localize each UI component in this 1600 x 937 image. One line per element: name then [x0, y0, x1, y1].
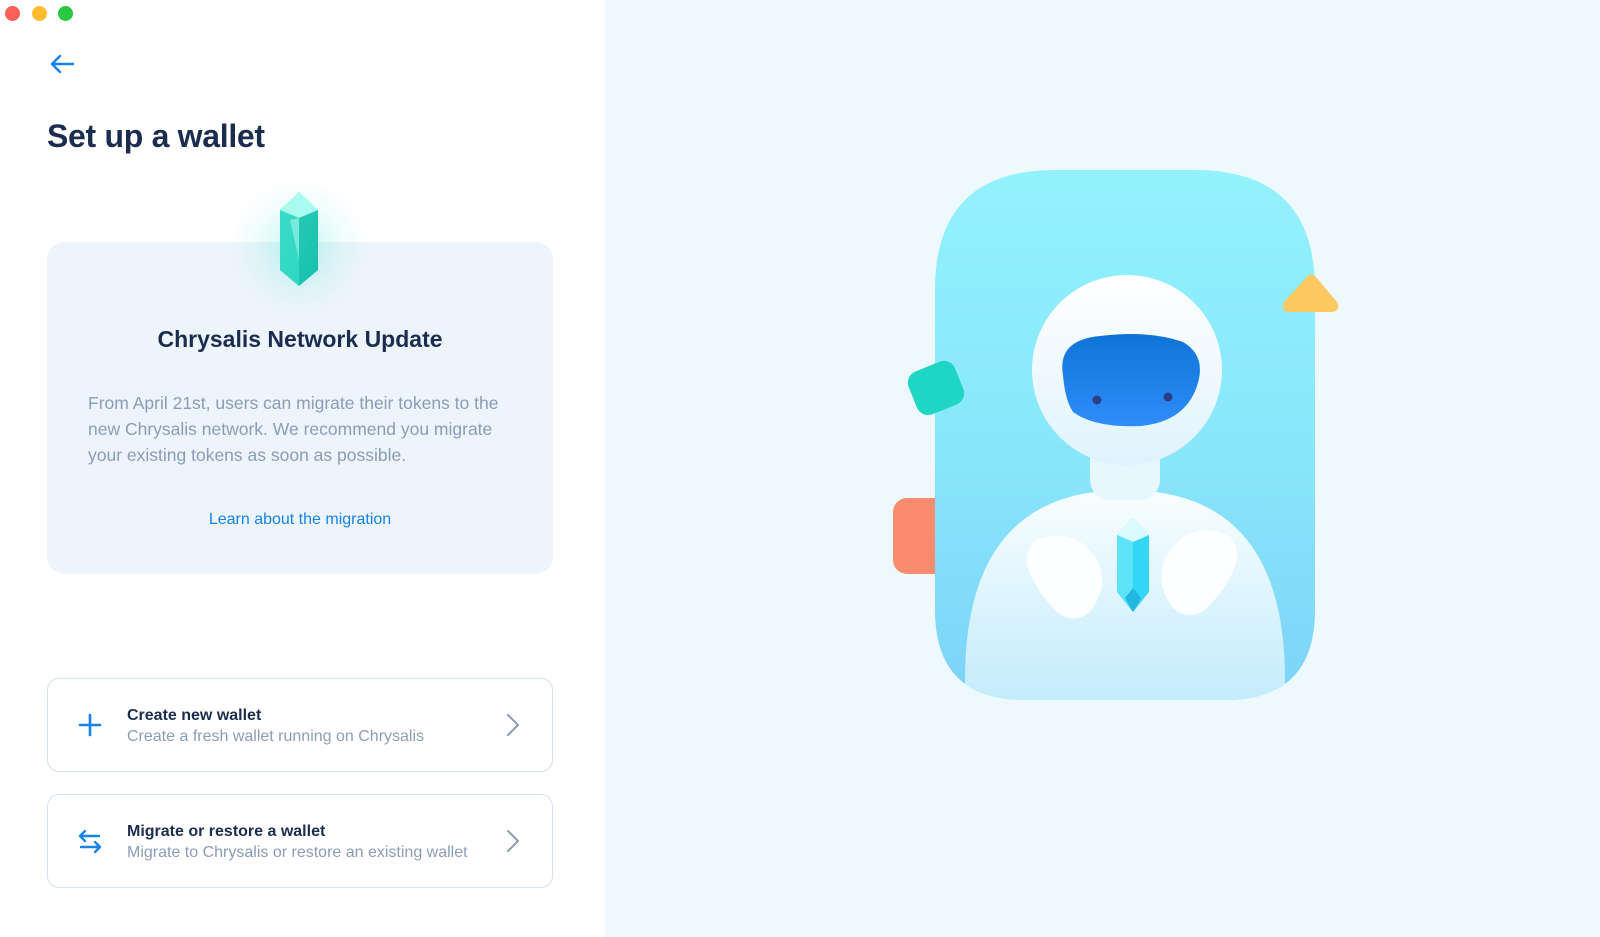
crystal-icon: [280, 192, 318, 286]
learn-migration-link[interactable]: Learn about the migration: [47, 511, 553, 529]
migrate-restore-wallet-button[interactable]: Migrate or restore a wallet Migrate to C…: [47, 794, 553, 888]
option-title: Migrate or restore a wallet: [127, 823, 326, 840]
window-close-button[interactable]: [5, 6, 20, 21]
arrow-left-icon: [50, 54, 75, 74]
chevron-right-icon: [507, 714, 519, 736]
astronaut-illustration: [893, 170, 1339, 700]
chest-crystal: [1117, 518, 1149, 612]
window-minimize-button[interactable]: [32, 6, 47, 21]
option-subtitle: Create a fresh wallet running on Chrysal…: [127, 728, 425, 745]
transfer-arrows-icon: [78, 829, 102, 854]
option-subtitle: Migrate to Chrysalis or restore an exist…: [127, 844, 468, 861]
chevron-right-icon: [507, 830, 519, 852]
illustration-pane: [605, 0, 1600, 937]
plus-icon: [78, 713, 102, 737]
left-pane: Set up a wallet Chrysalis Network Update…: [0, 0, 605, 937]
page-title: Set up a wallet: [47, 118, 265, 154]
card-title: Chrysalis Network Update: [157, 326, 443, 352]
create-wallet-button[interactable]: Create new wallet Create a fresh wallet …: [47, 678, 553, 772]
window-zoom-button[interactable]: [58, 6, 73, 21]
card-body: From April 21st, users can migrate their…: [88, 393, 499, 465]
back-button[interactable]: [44, 46, 80, 82]
option-title: Create new wallet: [127, 707, 262, 724]
